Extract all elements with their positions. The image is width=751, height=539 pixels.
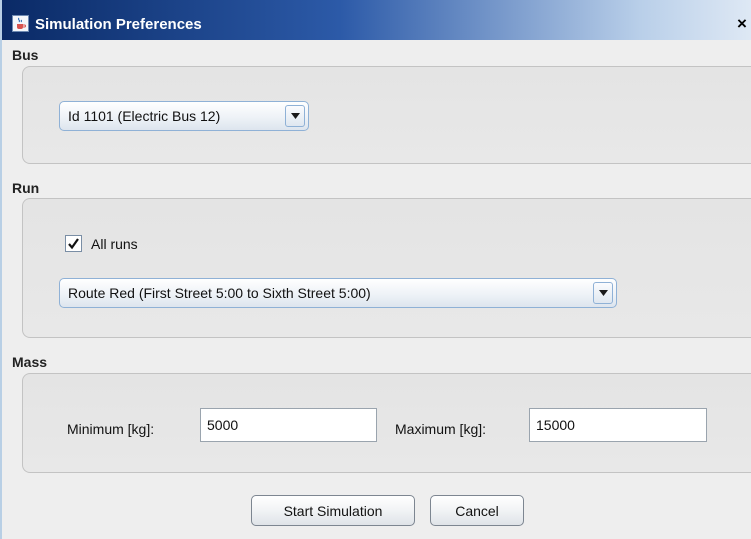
window-title: Simulation Preferences <box>35 16 202 33</box>
maximum-mass-input[interactable]: 15000 <box>529 408 707 442</box>
mass-section-label: Mass <box>12 354 48 370</box>
run-section-label: Run <box>12 180 40 196</box>
checkmark-icon <box>68 238 79 250</box>
start-simulation-button[interactable]: Start Simulation <box>251 495 415 526</box>
cancel-button[interactable]: Cancel <box>430 495 524 526</box>
bus-select-value: Id 1101 (Electric Bus 12) <box>68 108 221 124</box>
chevron-down-icon[interactable] <box>593 282 613 304</box>
all-runs-label: All runs <box>91 236 138 252</box>
java-cup-icon <box>12 15 29 32</box>
bus-select[interactable]: Id 1101 (Electric Bus 12) <box>59 101 309 131</box>
route-select-value: Route Red (First Street 5:00 to Sixth St… <box>68 285 371 301</box>
close-icon[interactable]: × <box>733 14 751 33</box>
bus-panel: Id 1101 (Electric Bus 12) <box>22 66 751 164</box>
bus-section-label: Bus <box>12 47 39 63</box>
route-select[interactable]: Route Red (First Street 5:00 to Sixth St… <box>59 278 617 308</box>
run-panel: All runs Route Red (First Street 5:00 to… <box>22 198 751 338</box>
minimum-mass-input[interactable]: 5000 <box>200 408 377 442</box>
mass-panel: Minimum [kg]: 5000 Maximum [kg]: 15000 <box>22 373 751 473</box>
title-bar[interactable]: Simulation Preferences × <box>2 0 751 40</box>
chevron-down-icon[interactable] <box>285 105 305 127</box>
maximum-mass-label: Maximum [kg]: <box>395 421 487 437</box>
all-runs-checkbox[interactable] <box>65 235 82 252</box>
simulation-preferences-dialog: Simulation Preferences × Bus Id 1101 (El… <box>0 0 751 539</box>
minimum-mass-label: Minimum [kg]: <box>67 421 155 437</box>
